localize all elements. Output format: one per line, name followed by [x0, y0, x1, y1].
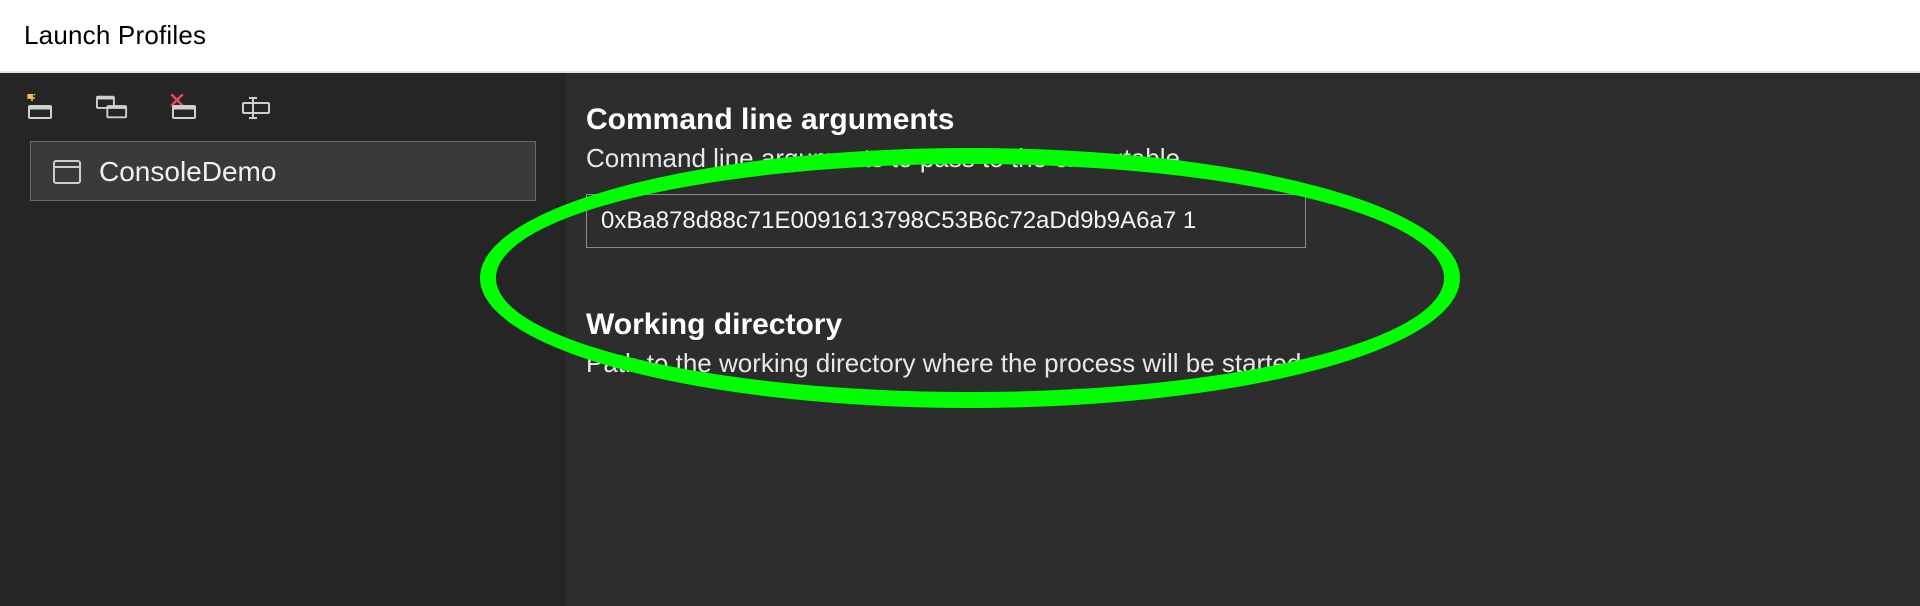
cli-args-description: Command line arguments to pass to the ex… — [586, 143, 1880, 174]
rename-profile-icon — [241, 94, 271, 120]
new-profile-icon — [25, 94, 55, 120]
duplicate-profile-button[interactable] — [96, 93, 128, 121]
cli-args-title: Command line arguments — [586, 103, 1880, 137]
delete-profile-button[interactable] — [168, 93, 200, 121]
profiles-toolbar — [0, 73, 566, 141]
working-directory-section: Working directory Path to the working di… — [586, 308, 1880, 379]
duplicate-profile-icon — [96, 94, 128, 120]
rename-profile-button[interactable] — [240, 93, 272, 121]
command-line-arguments-section: Command line arguments Command line argu… — [586, 103, 1880, 248]
profiles-sidebar: ConsoleDemo — [0, 73, 566, 606]
new-profile-button[interactable] — [24, 93, 56, 121]
working-directory-title: Working directory — [586, 308, 1880, 342]
profile-list: ConsoleDemo — [0, 141, 566, 201]
cli-args-input[interactable] — [586, 194, 1306, 248]
working-directory-description: Path to the working directory where the … — [586, 348, 1880, 379]
delete-profile-icon — [169, 94, 199, 120]
dialog-title: Launch Profiles — [0, 0, 1920, 73]
profile-item-consoledemo[interactable]: ConsoleDemo — [30, 141, 536, 201]
dialog-body: ConsoleDemo Command line arguments Comma… — [0, 73, 1920, 606]
profile-settings-panel: Command line arguments Command line argu… — [566, 73, 1920, 606]
application-icon — [53, 160, 81, 184]
launch-profiles-window: Launch Profiles — [0, 0, 1920, 606]
profile-item-label: ConsoleDemo — [99, 156, 276, 188]
